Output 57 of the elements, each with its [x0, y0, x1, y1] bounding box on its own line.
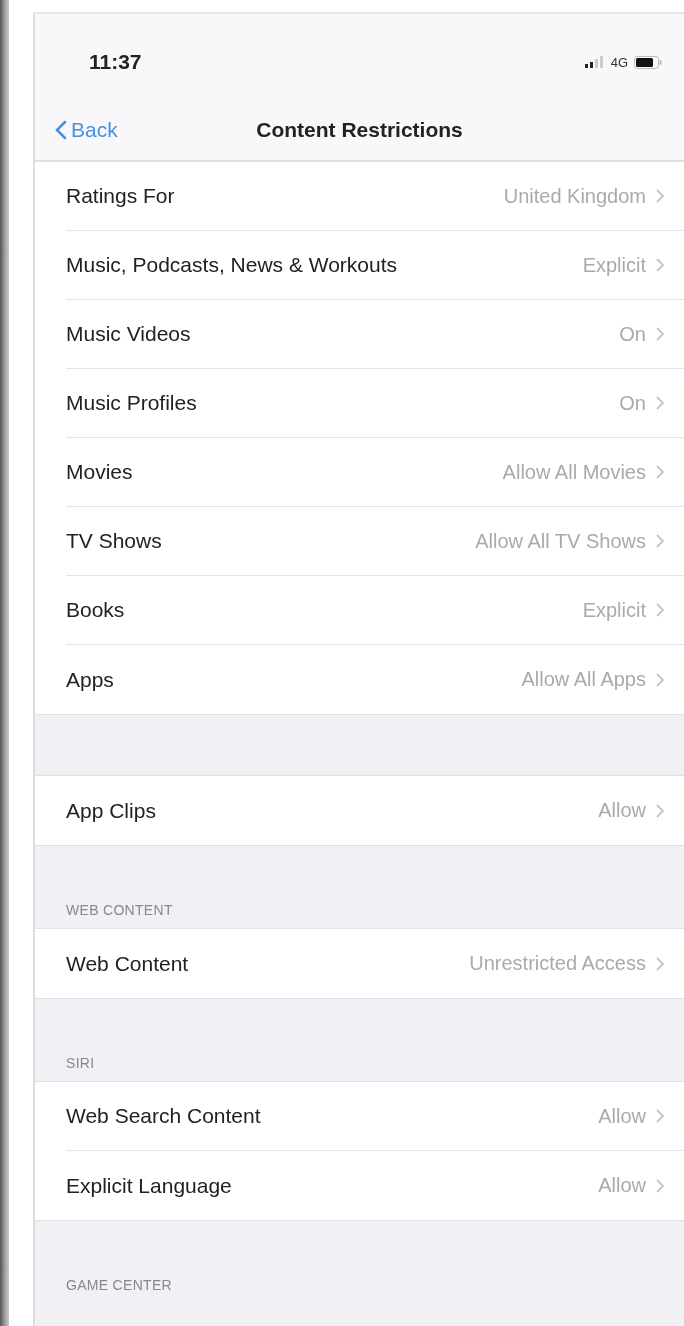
- chevron-icon: [656, 603, 664, 617]
- settings-row[interactable]: Apps Allow All Apps: [66, 645, 684, 714]
- row-value: On: [619, 322, 646, 346]
- row-label: Web Content: [66, 951, 189, 976]
- battery-icon: [634, 55, 662, 69]
- chevron-icon: [656, 534, 664, 548]
- chevron-icon: [656, 803, 664, 818]
- row-value: Allow All Apps: [521, 668, 646, 691]
- chevron-icon: [656, 1178, 664, 1193]
- row-label: Movies: [66, 460, 133, 484]
- row-label: Music, Podcasts, News & Workouts: [66, 253, 398, 277]
- chevron-icon: [656, 396, 664, 410]
- section-header: WEB CONTENT: [66, 902, 173, 918]
- row-value: Allow All Movies: [502, 460, 646, 484]
- settings-row[interactable]: Music Videos On: [66, 300, 684, 369]
- row-value: Explicit: [582, 598, 646, 622]
- row-label: App Clips: [66, 798, 156, 823]
- status-time: 11:37: [89, 50, 142, 74]
- row-value: Allow: [598, 1104, 646, 1128]
- signal-icon: [584, 56, 605, 68]
- chevron-icon: [656, 258, 664, 272]
- chevron-left-icon: [55, 120, 67, 140]
- row-value: Allow: [598, 1174, 646, 1197]
- row-label: Explicit Language: [66, 1173, 232, 1198]
- row-label: Books: [66, 598, 125, 622]
- section-header: SIRI: [66, 1055, 95, 1071]
- chevron-icon: [656, 1109, 664, 1123]
- settings-row[interactable]: Ratings For United Kingdom: [66, 162, 684, 231]
- row-value: Allow: [598, 799, 646, 822]
- network-label: 4G: [610, 54, 628, 70]
- settings-row[interactable]: App Clips Allow: [66, 776, 684, 845]
- nav-title: Content Restrictions: [256, 118, 463, 141]
- settings-row[interactable]: Movies Allow All Movies: [66, 438, 684, 507]
- row-value: On: [619, 391, 646, 415]
- chevron-icon: [656, 327, 664, 341]
- row-label: Ratings For: [66, 184, 175, 208]
- row-label: Music Profiles: [66, 391, 197, 415]
- settings-row[interactable]: TV Shows Allow All TV Shows: [66, 507, 684, 576]
- settings-row[interactable]: Books Explicit: [66, 576, 684, 645]
- section-header: GAME CENTER: [66, 1277, 172, 1293]
- row-value: Allow All TV Shows: [475, 529, 646, 553]
- row-label: Music Videos: [66, 322, 191, 346]
- chevron-icon: [656, 956, 664, 971]
- chevron-icon: [656, 189, 664, 203]
- settings-row[interactable]: Web Search Content Allow: [66, 1082, 684, 1151]
- row-value: Explicit: [582, 253, 646, 277]
- settings-row[interactable]: Explicit Language Allow: [66, 1151, 684, 1220]
- chevron-icon: [656, 465, 664, 479]
- settings-row[interactable]: Music Profiles On: [66, 369, 684, 438]
- row-label: TV Shows: [66, 529, 162, 553]
- settings-row[interactable]: Music, Podcasts, News & Workouts Explicit: [66, 231, 684, 300]
- row-value: Unrestricted Access: [469, 952, 646, 975]
- settings-row[interactable]: Web Content Unrestricted Access: [66, 929, 684, 998]
- chevron-icon: [656, 672, 664, 687]
- row-label: Web Search Content: [66, 1104, 261, 1128]
- row-label: Apps: [66, 667, 114, 692]
- row-value: United Kingdom: [503, 184, 646, 208]
